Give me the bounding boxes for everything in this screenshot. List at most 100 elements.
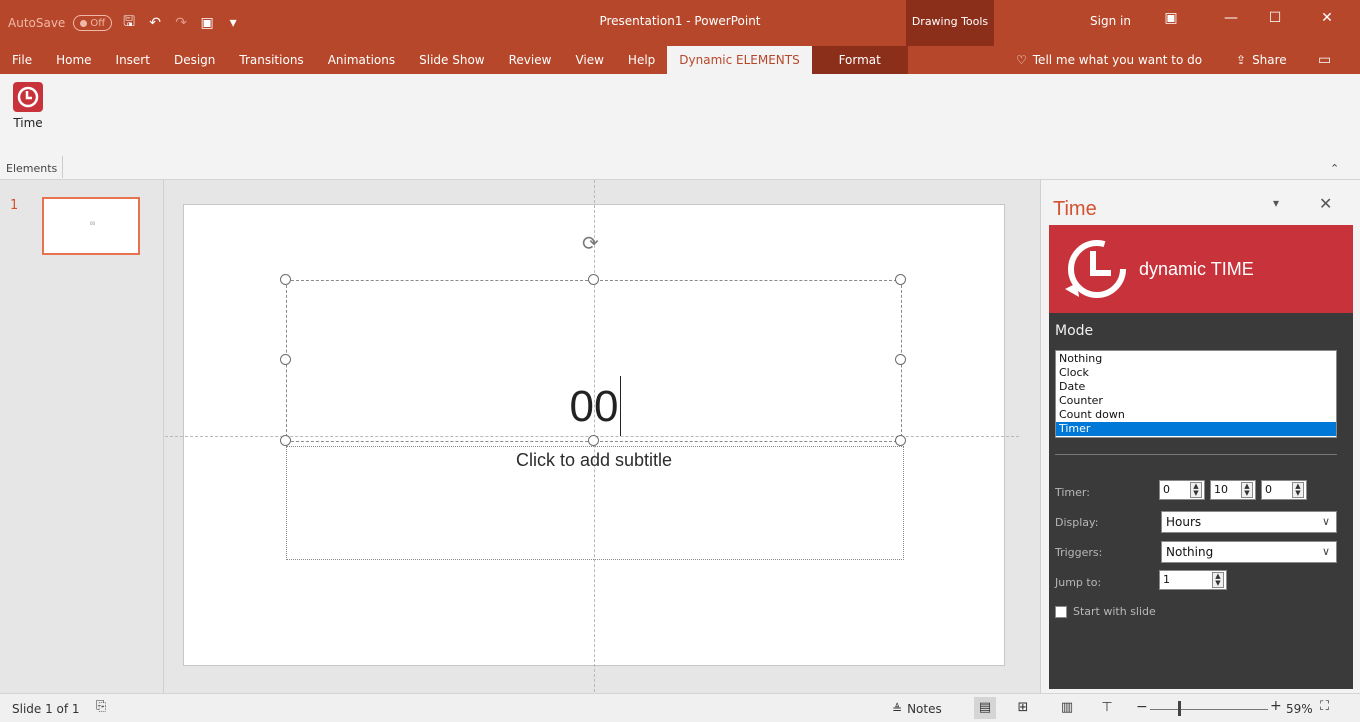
tab-format[interactable]: Format: [811, 46, 908, 74]
tab-file[interactable]: File: [0, 46, 44, 74]
triggers-value: Nothing: [1166, 545, 1214, 559]
zoom-in-icon[interactable]: +: [1270, 698, 1282, 714]
slide-thumbnail-pane: 1 00: [0, 180, 164, 693]
chevron-down-icon: ∨: [1321, 515, 1330, 528]
resize-handle[interactable]: [280, 274, 291, 285]
tab-slide-show[interactable]: Slide Show: [407, 46, 496, 74]
pane-options-icon[interactable]: ▾: [1273, 196, 1279, 210]
resize-handle[interactable]: [895, 354, 906, 365]
zoom-slider-thumb[interactable]: [1178, 701, 1181, 716]
minimize-icon[interactable]: —: [1216, 10, 1246, 26]
tab-animations[interactable]: Animations: [316, 46, 407, 74]
triggers-label: Triggers:: [1055, 546, 1103, 559]
document-title: Presentation1 - PowerPoint: [599, 14, 761, 28]
slide-sorter-icon[interactable]: ⊞: [1012, 697, 1034, 719]
jump-to-stepper[interactable]: 1 ▲ ▼: [1159, 570, 1227, 590]
resize-handle[interactable]: [588, 435, 599, 446]
spin-arrows-icon[interactable]: ▲ ▼: [1212, 572, 1224, 588]
notes-label: Notes: [907, 702, 942, 716]
slide-thumbnail[interactable]: 00: [42, 197, 140, 255]
undo-icon[interactable]: ↶: [146, 15, 164, 31]
close-icon[interactable]: ✕: [1312, 10, 1342, 26]
reading-view-icon[interactable]: ▥: [1056, 697, 1078, 719]
banner-text: dynamic TIME: [1139, 259, 1254, 279]
group-separator: [62, 156, 63, 178]
fit-to-window-icon[interactable]: ⛶: [1320, 699, 1329, 714]
tell-me-search[interactable]: ♡ Tell me what you want to do: [1016, 46, 1202, 74]
mode-listbox[interactable]: Nothing Clock Date Counter Count down Ti…: [1055, 350, 1337, 438]
group-label-elements: Elements: [6, 162, 58, 175]
start-from-beginning-icon[interactable]: ▣: [198, 15, 216, 31]
tab-insert[interactable]: Insert: [104, 46, 162, 74]
save-icon[interactable]: 🖫: [120, 11, 138, 35]
zoom-level[interactable]: 59%: [1286, 702, 1313, 716]
tab-view[interactable]: View: [563, 46, 615, 74]
tab-review[interactable]: Review: [497, 46, 564, 74]
slide-title-text[interactable]: 00: [286, 382, 902, 432]
pane-close-icon[interactable]: ✕: [1319, 194, 1332, 213]
timer-hours-stepper[interactable]: 0 ▲ ▼: [1159, 480, 1205, 500]
display-select[interactable]: Hours ∨: [1161, 511, 1337, 533]
spin-arrows-icon[interactable]: ▲ ▼: [1190, 482, 1202, 498]
rotate-handle-icon[interactable]: ⟳: [582, 231, 599, 255]
start-with-slide-row[interactable]: Start with slide: [1055, 605, 1156, 618]
notes-button[interactable]: ≜ Notes: [892, 702, 942, 716]
customize-qat-icon[interactable]: ▾: [224, 15, 242, 31]
dynamic-time-banner: dynamic TIME: [1049, 225, 1353, 313]
mode-option-nothing[interactable]: Nothing: [1056, 352, 1336, 366]
timer-seconds-value: 0: [1265, 483, 1272, 496]
clock-icon: [13, 82, 43, 112]
triggers-select[interactable]: Nothing ∨: [1161, 541, 1337, 563]
text-caret: [620, 376, 621, 436]
comments-icon[interactable]: ▭: [1318, 46, 1331, 74]
tab-transitions[interactable]: Transitions: [227, 46, 315, 74]
divider: [1055, 454, 1337, 455]
spelling-check-icon[interactable]: ⎘: [96, 699, 106, 714]
share-button[interactable]: ⇪ Share: [1236, 46, 1287, 74]
sign-in-link[interactable]: Sign in: [1090, 14, 1131, 28]
spin-arrows-icon[interactable]: ▲ ▼: [1241, 482, 1253, 498]
mode-option-counter[interactable]: Counter: [1056, 394, 1336, 408]
mode-option-timer[interactable]: Timer: [1056, 422, 1336, 436]
slide-show-icon[interactable]: ⊤: [1096, 697, 1118, 719]
notes-icon: ≜: [892, 702, 903, 716]
tab-home[interactable]: Home: [44, 46, 103, 74]
timer-minutes-stepper[interactable]: 10 ▲ ▼: [1210, 480, 1256, 500]
status-bar: Slide 1 of 1 ⎘ ≜ Notes ▤ ⊞ ▥ ⊤ − + 59% ⛶: [0, 693, 1360, 722]
subtitle-placeholder-text[interactable]: Click to add subtitle: [286, 450, 902, 471]
mode-option-date[interactable]: Date: [1056, 380, 1336, 394]
start-with-slide-label: Start with slide: [1073, 605, 1156, 618]
jump-to-value: 1: [1163, 573, 1170, 586]
timer-minutes-value: 10: [1214, 483, 1228, 496]
resize-handle[interactable]: [280, 354, 291, 365]
mode-option-clock[interactable]: Clock: [1056, 366, 1336, 380]
tab-design[interactable]: Design: [162, 46, 227, 74]
pane-title: Time: [1053, 198, 1097, 220]
resize-handle[interactable]: [895, 274, 906, 285]
zoom-out-icon[interactable]: −: [1136, 699, 1148, 715]
normal-view-icon[interactable]: ▤: [974, 697, 996, 719]
dynamic-time-logo-icon: [1065, 240, 1126, 298]
slide-count: Slide 1 of 1: [12, 702, 80, 716]
spin-arrows-icon[interactable]: ▲ ▼: [1292, 482, 1304, 498]
collapse-ribbon-icon[interactable]: ⌃: [1330, 162, 1339, 175]
resize-handle[interactable]: [280, 435, 291, 446]
autosave-state: Off: [90, 17, 106, 29]
resize-handle[interactable]: [588, 274, 599, 285]
tab-dynamic-elements[interactable]: Dynamic ELEMENTS: [667, 46, 812, 74]
timer-label: Timer:: [1055, 486, 1090, 499]
resize-handle[interactable]: [895, 435, 906, 446]
autosave-toggle[interactable]: Off: [73, 15, 113, 31]
title-bar: AutoSave Off 🖫 ↶ ↷ ▣ ▾ Presentation1 - P…: [0, 0, 1360, 46]
start-with-slide-checkbox[interactable]: [1055, 605, 1067, 618]
tab-help[interactable]: Help: [616, 46, 667, 74]
settings-panel: Mode Nothing Clock Date Counter Count do…: [1049, 313, 1353, 689]
zoom-slider-track[interactable]: [1150, 709, 1268, 710]
maximize-icon[interactable]: ☐: [1260, 10, 1290, 26]
time-button[interactable]: Time: [6, 80, 50, 144]
mode-option-count-down[interactable]: Count down: [1056, 408, 1336, 422]
timer-seconds-stepper[interactable]: 0 ▲ ▼: [1261, 480, 1307, 500]
redo-icon[interactable]: ↷: [172, 15, 190, 31]
ribbon-display-options-icon[interactable]: ▣: [1156, 10, 1186, 26]
quick-access-toolbar: AutoSave Off 🖫 ↶ ↷ ▣ ▾: [8, 0, 242, 46]
